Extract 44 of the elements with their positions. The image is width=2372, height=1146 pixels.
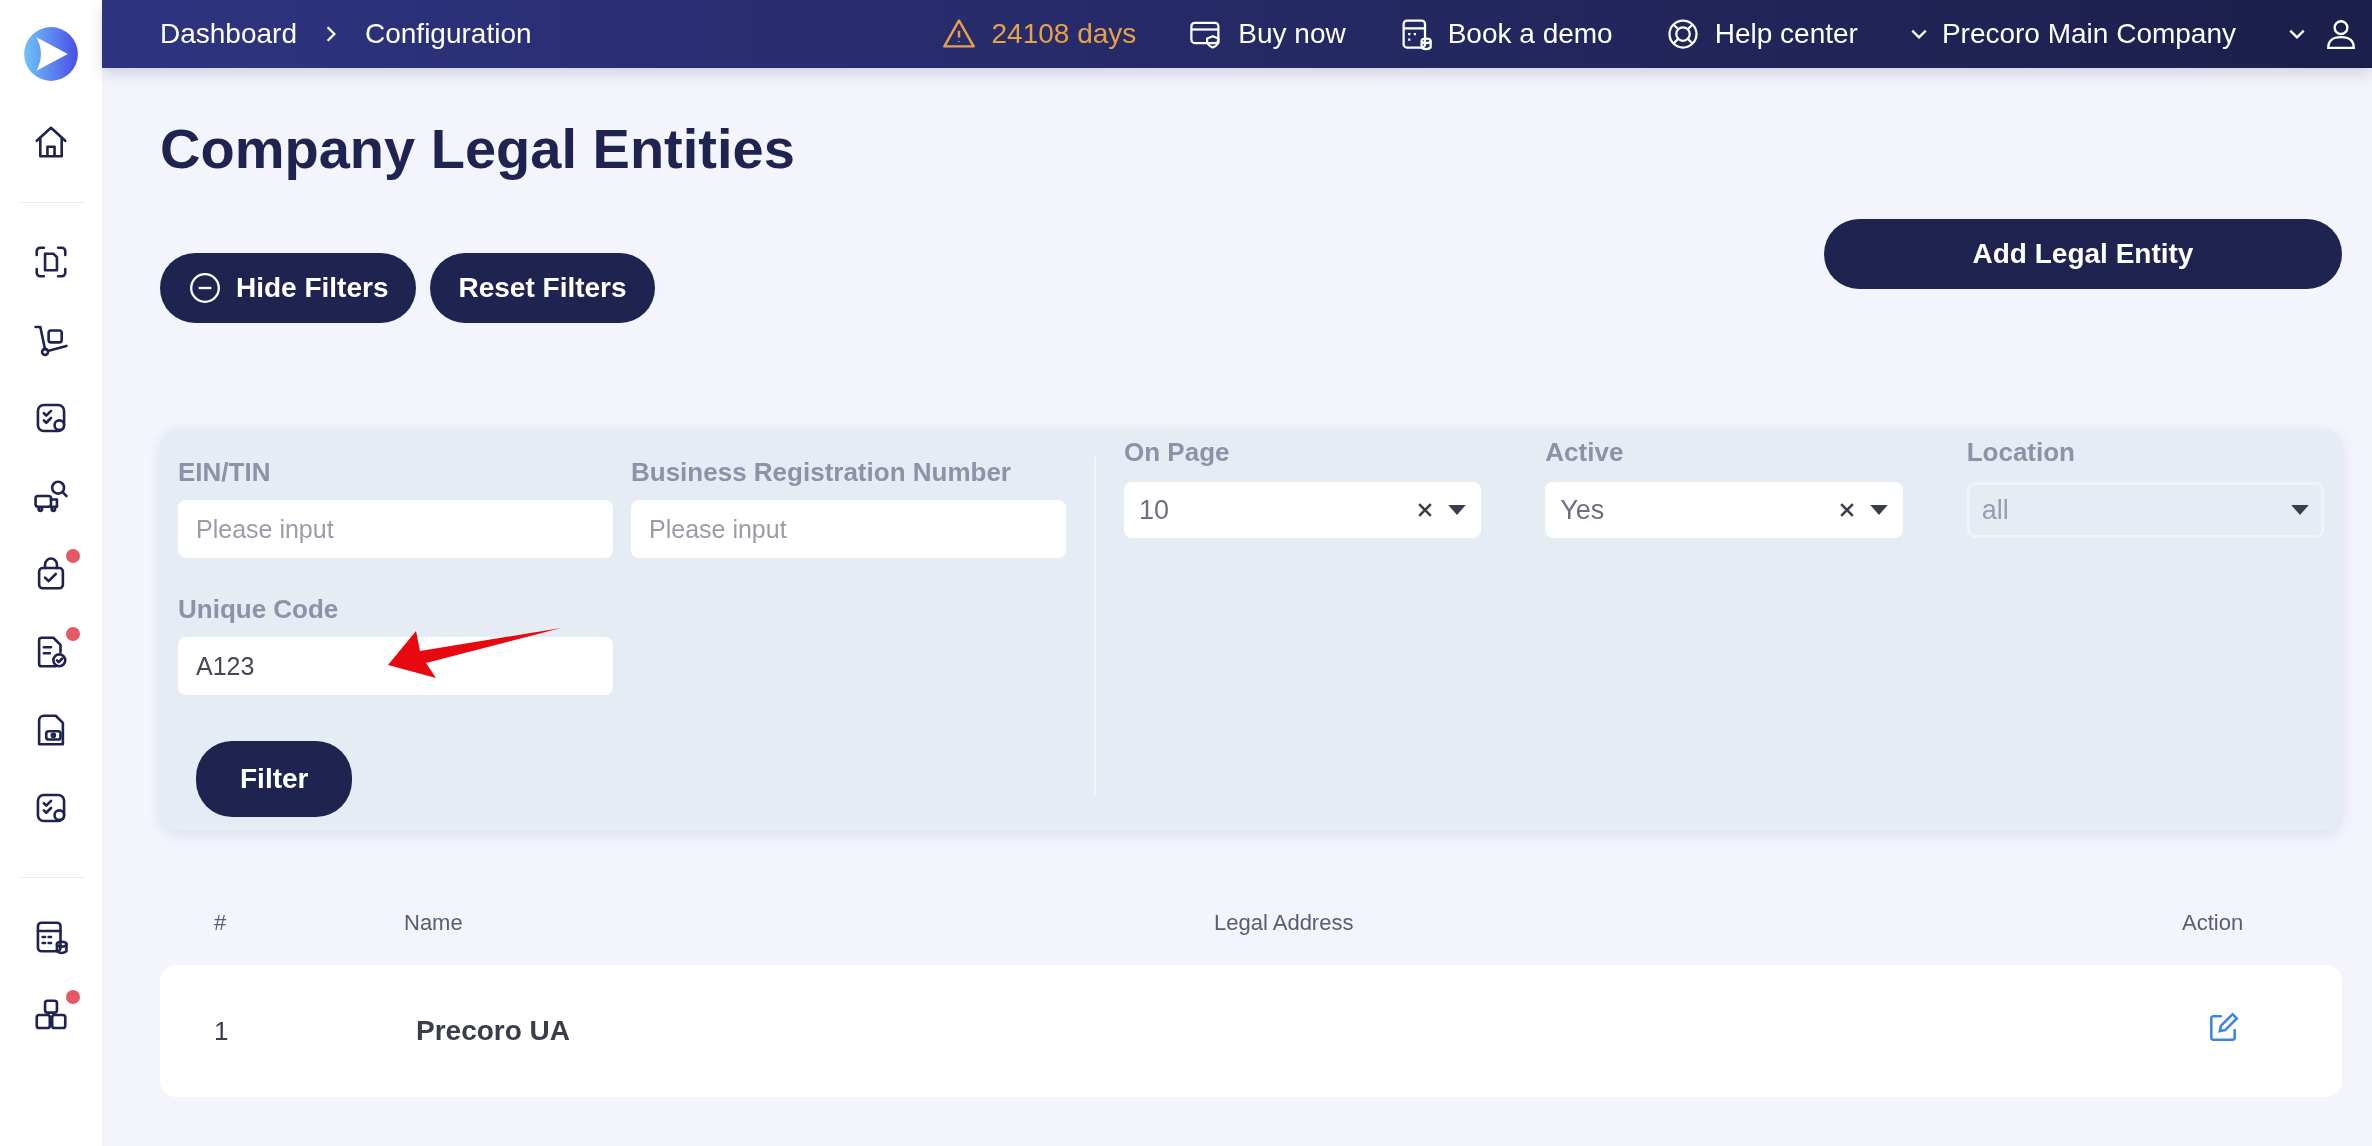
logo-icon[interactable] — [23, 26, 79, 82]
filter-button[interactable]: Filter — [196, 741, 353, 817]
chevron-right-icon — [325, 25, 337, 43]
dropdown-caret-icon — [1869, 505, 1888, 515]
entity-name: Precoro UA — [415, 1015, 572, 1047]
reset-filters-button[interactable]: Reset Filters — [430, 253, 655, 323]
field-label: Business Registration Number — [631, 457, 1012, 488]
field-label: Active — [1545, 437, 1625, 468]
select-field[interactable]: 10 — [1124, 482, 1482, 538]
clear-icon[interactable] — [1418, 503, 1433, 517]
row-number: 1 — [213, 1015, 230, 1047]
field-label: Unique Code — [178, 594, 340, 625]
input-field[interactable]: A123 — [178, 637, 613, 695]
input-field[interactable]: Please input — [178, 500, 613, 558]
notification-dot — [66, 549, 80, 563]
topbar-link[interactable]: Book a demo — [1397, 16, 1613, 52]
field-label: On Page — [1124, 437, 1231, 468]
minus-circle-icon — [188, 271, 222, 305]
company-switcher[interactable]: Precoro Main Company — [1909, 18, 2236, 50]
input-field[interactable]: Please input — [631, 500, 1066, 558]
notification-dot — [66, 627, 80, 641]
column-header: Legal Address — [1214, 910, 1355, 936]
hide-filters-button[interactable]: Hide Filters — [160, 253, 417, 323]
user-icon[interactable] — [2324, 17, 2358, 51]
chevron-down-icon[interactable] — [2288, 28, 2306, 40]
clear-icon[interactable] — [1839, 503, 1854, 517]
column-header: Action — [2182, 910, 2245, 936]
trial-days-text: 24108 days — [991, 18, 1137, 50]
notification-dot — [66, 990, 80, 1004]
dropdown-caret-icon — [2291, 505, 2309, 515]
add-legal-entity-button[interactable]: Add Legal Entity — [1824, 219, 2342, 289]
topbar-link[interactable]: Buy now — [1188, 16, 1346, 52]
field-label: EIN/TIN — [178, 457, 272, 488]
select-field[interactable]: Yes — [1545, 482, 1903, 538]
dropdown-caret-icon — [1448, 505, 1467, 515]
breadcrumb-link[interactable]: Dashboard — [160, 18, 297, 50]
breadcrumb-current: Configuration — [365, 18, 532, 50]
column-header: Name — [404, 910, 464, 936]
topbar-link[interactable]: Help center — [1664, 16, 1858, 52]
column-header: # — [213, 910, 228, 936]
chevron-down-icon — [1909, 28, 1928, 40]
document-icon[interactable] — [32, 243, 70, 281]
page-title: Company Legal Entities — [160, 116, 796, 181]
field-label: Location — [1966, 437, 2076, 468]
